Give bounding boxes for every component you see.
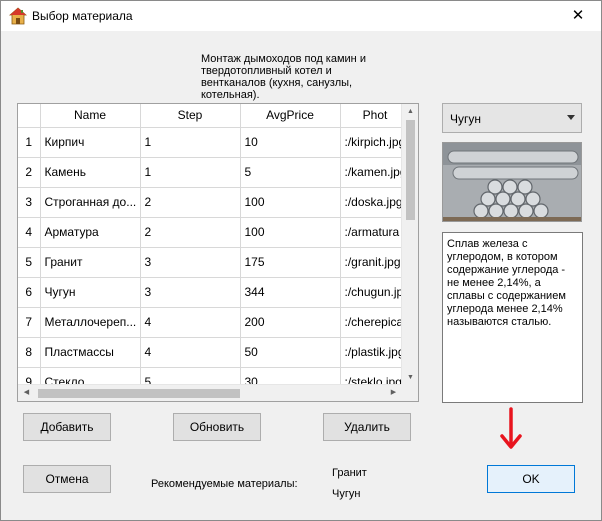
cell-name[interactable]: Кирпич <box>40 127 141 158</box>
delete-button[interactable]: Удалить <box>323 413 411 441</box>
row-header[interactable]: 6 <box>18 277 41 308</box>
cell-photo[interactable]: :/chugun.jp <box>340 277 411 308</box>
cast-iron-bars-image <box>443 143 581 221</box>
row-header[interactable]: 8 <box>18 337 41 368</box>
scroll-left-icon[interactable]: ◀ <box>18 385 35 401</box>
cell-photo[interactable]: :/kirpich.jpg <box>340 127 411 158</box>
table-row[interactable]: 1 Кирпич 1 10 :/kirpich.jpg <box>18 127 411 158</box>
row-header[interactable]: 4 <box>18 217 41 248</box>
window-title: Выбор материала <box>32 9 133 23</box>
cancel-button[interactable]: Отмена <box>23 465 111 493</box>
scrollbar-corner <box>401 384 418 401</box>
cell-name[interactable]: Строганная до... <box>40 187 141 218</box>
table-row[interactable]: 6 Чугун 3 344 :/chugun.jp <box>18 277 411 308</box>
recommended-materials-label: Рекомендуемые материалы: <box>151 478 298 490</box>
column-header-step[interactable]: Step <box>140 104 241 128</box>
materials-table[interactable]: Name Step AvgPrice Phot 1 Кирпич 1 10 :/… <box>17 103 419 402</box>
table-row[interactable]: 5 Гранит 3 175 :/granit.jpg <box>18 247 411 278</box>
recommended-item: Чугун <box>332 488 361 500</box>
material-info-text[interactable]: Сплав железа с углеродом, в котором соде… <box>442 232 583 403</box>
corner-header[interactable] <box>18 104 41 128</box>
row-header[interactable]: 2 <box>18 157 41 188</box>
title-bar: Выбор материала ✕ <box>1 1 601 31</box>
refresh-button[interactable]: Обновить <box>173 413 261 441</box>
cell-step[interactable]: 2 <box>140 217 241 248</box>
cell-step[interactable]: 4 <box>140 307 241 338</box>
cell-avgprice[interactable]: 344 <box>240 277 341 308</box>
material-dialog: Выбор материала ✕ Монтаж дымоходов под к… <box>0 0 602 521</box>
table-row[interactable]: 4 Арматура 2 100 :/armatura <box>18 217 411 248</box>
cell-avgprice[interactable]: 50 <box>240 337 341 368</box>
cell-avgprice[interactable]: 100 <box>240 187 341 218</box>
material-combobox[interactable]: Чугун <box>442 103 582 133</box>
table-header-row: Name Step AvgPrice Phot <box>18 104 411 128</box>
scroll-up-icon[interactable]: ▲ <box>402 104 418 120</box>
ok-button[interactable]: OK <box>487 465 575 493</box>
cell-step[interactable]: 4 <box>140 337 241 368</box>
horizontal-scrollbar[interactable]: ◀ ▶ <box>18 384 402 401</box>
close-button[interactable]: ✕ <box>555 1 601 31</box>
cell-step[interactable]: 1 <box>140 127 241 158</box>
cell-name[interactable]: Металлочереп... <box>40 307 141 338</box>
cell-name[interactable]: Арматура <box>40 217 141 248</box>
horizontal-scroll-thumb[interactable] <box>38 389 240 398</box>
cell-name[interactable]: Пластмассы <box>40 337 141 368</box>
cell-avgprice[interactable]: 100 <box>240 217 341 248</box>
cell-name[interactable]: Гранит <box>40 247 141 278</box>
row-header[interactable]: 7 <box>18 307 41 338</box>
table-row[interactable]: 8 Пластмассы 4 50 :/plastik.jpg <box>18 337 411 368</box>
vertical-scrollbar[interactable]: ▲ ▼ <box>401 104 418 386</box>
cell-step[interactable]: 3 <box>140 247 241 278</box>
house-icon <box>9 7 27 25</box>
close-icon: ✕ <box>571 7 585 24</box>
row-header[interactable]: 5 <box>18 247 41 278</box>
cell-photo[interactable]: :/granit.jpg <box>340 247 411 278</box>
column-header-avgprice[interactable]: AvgPrice <box>240 104 341 128</box>
cell-avgprice[interactable]: 175 <box>240 247 341 278</box>
cell-step[interactable]: 1 <box>140 157 241 188</box>
arrow-down-icon <box>500 407 522 449</box>
column-header-photo[interactable]: Phot <box>340 104 411 128</box>
cell-photo[interactable]: :/doska.jpg <box>340 187 411 218</box>
cell-photo[interactable]: :/armatura <box>340 217 411 248</box>
combobox-selected-value: Чугун <box>450 112 482 126</box>
cell-step[interactable]: 2 <box>140 187 241 218</box>
cell-name[interactable]: Чугун <box>40 277 141 308</box>
table-row[interactable]: 3 Строганная до... 2 100 :/doska.jpg <box>18 187 411 218</box>
row-header[interactable]: 1 <box>18 127 41 158</box>
add-button[interactable]: Добавить <box>23 413 111 441</box>
cell-step[interactable]: 3 <box>140 277 241 308</box>
row-header[interactable]: 3 <box>18 187 41 218</box>
material-description: Монтаж дымоходов под камин и твердотопли… <box>201 53 366 101</box>
cell-avgprice[interactable]: 10 <box>240 127 341 158</box>
table-row[interactable]: 7 Металлочереп... 4 200 :/cherepica <box>18 307 411 338</box>
column-header-name[interactable]: Name <box>40 104 141 128</box>
material-photo <box>442 142 582 222</box>
cell-photo[interactable]: :/kamen.jpg <box>340 157 411 188</box>
cell-avgprice[interactable]: 200 <box>240 307 341 338</box>
cell-photo[interactable]: :/plastik.jpg <box>340 337 411 368</box>
cell-name[interactable]: Камень <box>40 157 141 188</box>
recommended-item: Гранит <box>332 467 367 479</box>
cell-avgprice[interactable]: 5 <box>240 157 341 188</box>
table-row[interactable]: 2 Камень 1 5 :/kamen.jpg <box>18 157 411 188</box>
vertical-scroll-thumb[interactable] <box>406 120 415 220</box>
chevron-down-icon <box>567 115 575 120</box>
scroll-right-icon[interactable]: ▶ <box>385 385 402 401</box>
cell-photo[interactable]: :/cherepica <box>340 307 411 338</box>
